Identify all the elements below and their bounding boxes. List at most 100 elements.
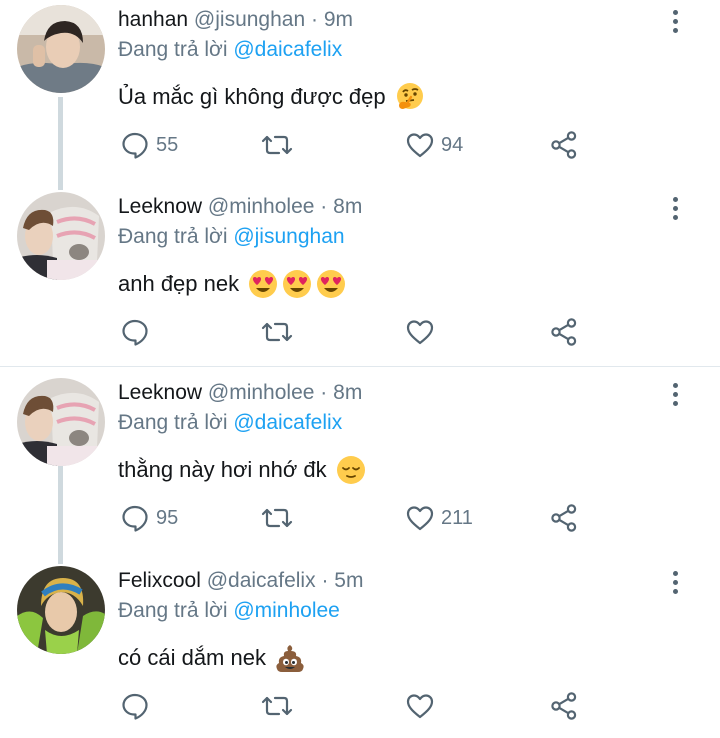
display-name[interactable]: Felixcool [118, 569, 201, 592]
retweet-button[interactable] [261, 503, 299, 533]
replying-to-label: Đang trả lời [118, 225, 228, 248]
replying-to-label: Đang trả lời [118, 38, 228, 61]
replying-to: Đang trả lời @minholee [118, 596, 340, 626]
like-button[interactable] [405, 691, 441, 721]
heart-icon [406, 133, 434, 158]
separator-dot: · [320, 195, 328, 218]
user-handle[interactable]: @jisunghan [194, 8, 305, 31]
more-options-icon[interactable] [664, 6, 686, 36]
reply-count: 55 [156, 133, 179, 156]
tweet[interactable]: Leeknow @minholee · 8m Đang trả lời @jis… [0, 187, 720, 367]
heart-icon [406, 320, 434, 345]
like-button[interactable]: 94 [405, 130, 463, 160]
separator-dot: · [311, 8, 318, 31]
reply-button[interactable]: 55 [120, 130, 178, 160]
reply-icon [122, 132, 148, 159]
replying-to: Đang trả lời @jisunghan [118, 222, 345, 252]
heart-icon [406, 694, 434, 719]
share-icon [551, 692, 577, 720]
timestamp[interactable]: 5m [334, 569, 363, 592]
retweet-button[interactable] [261, 317, 299, 347]
reply-button[interactable] [120, 691, 156, 721]
tweet-header: hanhan @jisunghan · 9m [118, 6, 353, 34]
avatar[interactable] [17, 378, 105, 466]
reply-icon [122, 319, 148, 346]
tweet-text: có cái dắm nek [118, 641, 306, 675]
reply-thread: hanhan @jisunghan · 9m Đang trả lời @dai… [0, 0, 720, 738]
reply-icon [122, 505, 148, 532]
timestamp[interactable]: 9m [324, 8, 353, 31]
share-button[interactable] [549, 317, 579, 347]
tweet[interactable]: hanhan @jisunghan · 9m Đang trả lời @dai… [0, 0, 720, 180]
tweet-actions [0, 317, 720, 357]
retweet-button[interactable] [261, 691, 299, 721]
tweet-text-content: anh đẹp nek [118, 271, 240, 296]
display-name[interactable]: Leeknow [118, 381, 202, 404]
timestamp[interactable]: 8m [333, 195, 362, 218]
avatar-image [17, 192, 105, 280]
heart-eyes-emoji-icon [315, 268, 347, 300]
tweet-actions [0, 691, 720, 731]
emoji-group [247, 268, 347, 300]
share-button[interactable] [549, 691, 579, 721]
heart-eyes-emoji-icon [247, 268, 279, 300]
tweet-text-content: thằng này hơi nhớ đk [118, 457, 327, 482]
share-icon [551, 318, 577, 346]
avatar-image [17, 378, 105, 466]
avatar[interactable] [17, 192, 105, 280]
tweet-text: thằng này hơi nhớ đk [118, 453, 367, 487]
reply-icon [122, 693, 148, 720]
share-button[interactable] [549, 503, 579, 533]
replying-to-label: Đang trả lời [118, 599, 228, 622]
reply-count: 95 [156, 506, 179, 529]
replying-to: Đang trả lời @daicafelix [118, 35, 342, 65]
tweet-header: Felixcool @daicafelix · 5m [118, 567, 363, 595]
tweet-text: Ủa mắc gì không được đẹp [118, 80, 426, 114]
share-button[interactable] [549, 130, 579, 160]
separator-dot: · [321, 569, 329, 592]
reply-button[interactable] [120, 317, 156, 347]
display-name[interactable]: hanhan [118, 8, 188, 31]
retweet-icon [261, 696, 293, 716]
replying-to-label: Đang trả lời [118, 411, 228, 434]
share-icon [551, 504, 577, 532]
share-icon [551, 131, 577, 159]
like-count: 94 [441, 133, 464, 156]
more-options-icon[interactable] [664, 193, 686, 223]
like-button[interactable]: 211 [405, 503, 473, 533]
like-count: 211 [441, 506, 473, 529]
display-name[interactable]: Leeknow [118, 195, 202, 218]
avatar[interactable] [17, 5, 105, 93]
tweet-header: Leeknow @minholee · 8m [118, 193, 362, 221]
timestamp[interactable]: 8m [333, 381, 362, 404]
reply-button[interactable]: 95 [120, 503, 178, 533]
heart-eyes-emoji-icon [281, 268, 313, 300]
user-handle[interactable]: @minholee [208, 381, 315, 404]
tweet-text-content: có cái dắm nek [118, 645, 266, 670]
avatar[interactable] [17, 566, 105, 654]
avatar-image [17, 5, 105, 93]
user-handle[interactable]: @minholee [208, 195, 315, 218]
tweet[interactable]: Felixcool @daicafelix · 5m Đang trả lời … [0, 561, 720, 738]
tweet-actions: 55 94 [0, 130, 720, 170]
pile-of-poo-emoji-icon [274, 642, 306, 674]
tweet-actions: 95 211 [0, 503, 720, 543]
tweet[interactable]: Leeknow @minholee · 8m Đang trả lời @dai… [0, 373, 720, 553]
replying-to-handle[interactable]: @minholee [233, 599, 340, 622]
retweet-icon [261, 508, 293, 528]
avatar-image [17, 566, 105, 654]
like-button[interactable] [405, 317, 441, 347]
replying-to-handle[interactable]: @daicafelix [233, 411, 342, 434]
heart-icon [406, 506, 434, 531]
retweet-icon [261, 135, 293, 155]
relieved-face-emoji-icon [335, 454, 367, 486]
user-handle[interactable]: @daicafelix [207, 569, 316, 592]
replying-to-handle[interactable]: @jisunghan [233, 225, 344, 248]
more-options-icon[interactable] [664, 567, 686, 597]
retweet-button[interactable] [261, 130, 299, 160]
more-options-icon[interactable] [664, 379, 686, 409]
replying-to: Đang trả lời @daicafelix [118, 408, 342, 438]
replying-to-handle[interactable]: @daicafelix [233, 38, 342, 61]
thinking-face-emoji-icon [394, 81, 426, 113]
tweet-divider [0, 366, 720, 367]
